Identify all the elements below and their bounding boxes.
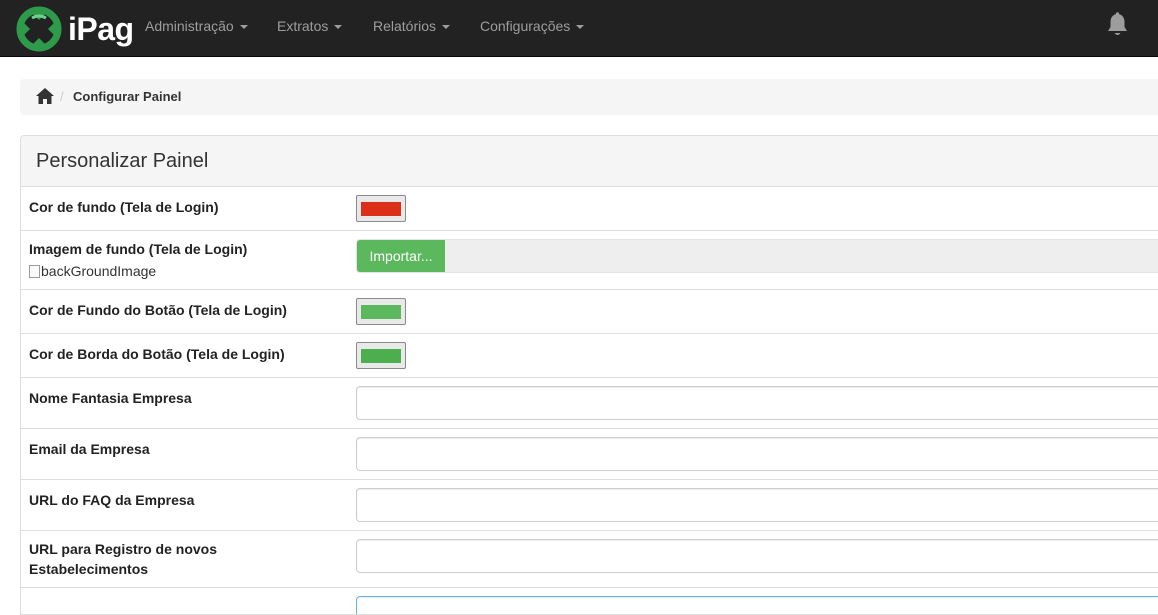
breadcrumb-separator: / [60,89,64,104]
color-swatch [361,305,401,319]
field-label: URL para Registro de novos Estabelecimen… [29,541,218,577]
row-next-field [21,588,1158,614]
nav-label: Relatórios [373,18,437,34]
field-label: Imagem de fundo (Tela de Login) [29,241,248,257]
brand-logo[interactable]: iPag [14,6,134,52]
field-label: Nome Fantasia Empresa [29,390,192,406]
broken-image-icon [29,264,40,278]
breadcrumb-current: Configurar Painel [73,89,182,104]
nav-relatorios[interactable]: Relatórios [373,0,451,52]
nav-extratos[interactable]: Extratos [277,0,343,52]
field-label: Cor de Fundo do Botão (Tela de Login) [29,302,287,318]
btn-border-color-picker[interactable] [356,342,406,369]
caret-down-icon [239,25,248,30]
caret-down-icon [334,25,343,30]
company-email-input[interactable] [356,437,1158,471]
row-bg-image: Imagem de fundo (Tela de Login) backGrou… [21,231,1158,290]
top-navbar: iPag Administração Extratos Relatórios C… [0,0,1158,57]
bell-icon[interactable] [1105,12,1130,38]
row-company-email: Email da Empresa [21,429,1158,480]
row-company-name: Nome Fantasia Empresa [21,378,1158,429]
caret-down-icon [576,25,585,30]
row-btn-border-color: Cor de Borda do Botão (Tela de Login) [21,334,1158,378]
btn-bg-color-picker[interactable] [356,298,406,325]
home-icon[interactable] [35,87,55,105]
nav-label: Extratos [277,18,329,34]
nav-label: Configurações [480,18,571,34]
row-register-url: URL para Registro de novos Estabelecimen… [21,531,1158,588]
field-label: Cor de Borda do Botão (Tela de Login) [29,346,285,362]
company-name-input[interactable] [356,386,1158,420]
color-swatch [361,202,401,216]
nav-configuracoes[interactable]: Configurações [480,0,585,52]
bg-color-picker[interactable] [356,195,406,222]
nav-label: Administração [145,18,234,34]
nav-administracao[interactable]: Administração [145,0,248,52]
row-faq-url: URL do FAQ da Empresa [21,480,1158,531]
background-image-preview: backGroundImage [29,263,156,279]
panel-heading: Personalizar Painel [21,136,1158,187]
register-url-input[interactable] [356,539,1158,573]
breadcrumb: / Configurar Painel [20,79,1158,115]
field-label: Cor de fundo (Tela de Login) [29,199,219,215]
ipag-logo-icon [16,6,62,52]
caret-down-icon [442,25,451,30]
panel-title: Personalizar Painel [36,150,209,172]
bg-image-file-input[interactable]: Importar... [356,239,1158,273]
field-label: URL do FAQ da Empresa [29,492,195,508]
faq-url-input[interactable] [356,488,1158,522]
field-label: Email da Empresa [29,441,150,457]
color-swatch [361,349,401,363]
import-button[interactable]: Importar... [357,240,445,272]
row-bg-color: Cor de fundo (Tela de Login) [21,187,1158,231]
brand-name: iPag [68,10,134,47]
image-alt-text: backGroundImage [41,263,157,279]
personalize-panel: Personalizar Painel Cor de fundo (Tela d… [20,135,1158,615]
next-field-input[interactable] [356,596,1158,614]
row-btn-bg-color: Cor de Fundo do Botão (Tela de Login) [21,290,1158,334]
